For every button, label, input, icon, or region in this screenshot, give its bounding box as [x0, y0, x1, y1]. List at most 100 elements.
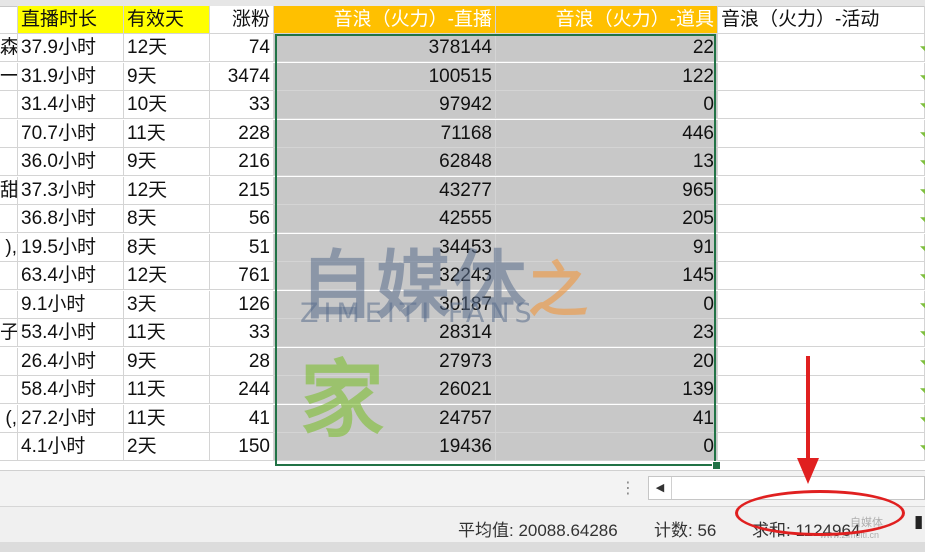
sound-wave-live-cell[interactable]: 27973: [274, 347, 496, 376]
followers-cell[interactable]: 33: [210, 91, 274, 119]
valid-days-cell[interactable]: 12天: [124, 176, 210, 205]
sound-wave-activity-cell[interactable]: [718, 91, 925, 119]
row-label-cell[interactable]: [0, 290, 18, 319]
sound-wave-props-cell[interactable]: 0: [496, 91, 718, 119]
sound-wave-live-cell[interactable]: 378144: [274, 34, 496, 62]
duration-cell[interactable]: 37.9小时: [18, 34, 124, 62]
followers-cell[interactable]: 56: [210, 205, 274, 233]
sound-wave-live-cell[interactable]: 26021: [274, 376, 496, 404]
row-label-cell[interactable]: (,: [0, 404, 18, 433]
sound-wave-live-cell[interactable]: 30187: [274, 290, 496, 319]
sound-wave-activity-cell[interactable]: [718, 205, 925, 233]
sound-wave-props-cell[interactable]: 205: [496, 205, 718, 233]
valid-days-cell[interactable]: 12天: [124, 262, 210, 290]
duration-cell[interactable]: 58.4小时: [18, 376, 124, 404]
followers-cell[interactable]: 41: [210, 404, 274, 433]
status-count[interactable]: 计数: 56: [654, 516, 716, 541]
normal-view-icon[interactable]: ▮: [914, 512, 925, 532]
sound-wave-activity-cell[interactable]: [718, 347, 925, 376]
duration-cell[interactable]: 27.2小时: [18, 404, 124, 433]
followers-cell[interactable]: 244: [210, 376, 274, 404]
sound-wave-props-cell[interactable]: 41: [496, 404, 718, 433]
valid-days-cell[interactable]: 8天: [124, 205, 210, 233]
header-cell-sound-wave-live[interactable]: 音浪（火力）-直播: [274, 6, 496, 34]
valid-days-cell[interactable]: 11天: [124, 319, 210, 347]
sound-wave-props-cell[interactable]: 13: [496, 148, 718, 176]
duration-cell[interactable]: 31.4小时: [18, 91, 124, 119]
duration-cell[interactable]: 26.4小时: [18, 347, 124, 376]
row-label-cell[interactable]: ),: [0, 233, 18, 262]
sound-wave-live-cell[interactable]: 97942: [274, 91, 496, 119]
sound-wave-activity-cell[interactable]: [718, 376, 925, 404]
row-label-cell[interactable]: [0, 119, 18, 148]
valid-days-cell[interactable]: 9天: [124, 347, 210, 376]
sound-wave-live-cell[interactable]: 19436: [274, 433, 496, 461]
sound-wave-live-cell[interactable]: 24757: [274, 404, 496, 433]
sound-wave-props-cell[interactable]: 145: [496, 262, 718, 290]
sound-wave-props-cell[interactable]: 0: [496, 290, 718, 319]
valid-days-cell[interactable]: 11天: [124, 376, 210, 404]
sound-wave-live-cell[interactable]: 34453: [274, 233, 496, 262]
valid-days-cell[interactable]: 9天: [124, 62, 210, 91]
followers-cell[interactable]: 28: [210, 347, 274, 376]
sound-wave-props-cell[interactable]: 91: [496, 233, 718, 262]
sound-wave-activity-cell[interactable]: [718, 119, 925, 148]
followers-cell[interactable]: 761: [210, 262, 274, 290]
followers-cell[interactable]: 126: [210, 290, 274, 319]
row-label-cell[interactable]: [0, 262, 18, 290]
sound-wave-live-cell[interactable]: 32243: [274, 262, 496, 290]
sound-wave-activity-cell[interactable]: [718, 34, 925, 62]
duration-cell[interactable]: 31.9小时: [18, 62, 124, 91]
sound-wave-live-cell[interactable]: 71168: [274, 119, 496, 148]
tab-split-handle[interactable]: ⋮: [620, 478, 636, 498]
sound-wave-activity-cell[interactable]: [718, 404, 925, 433]
sound-wave-live-cell[interactable]: 62848: [274, 148, 496, 176]
followers-cell[interactable]: 215: [210, 176, 274, 205]
sound-wave-live-cell[interactable]: 28314: [274, 319, 496, 347]
valid-days-cell[interactable]: 2天: [124, 433, 210, 461]
valid-days-cell[interactable]: 10天: [124, 91, 210, 119]
row-label-cell[interactable]: [0, 148, 18, 176]
followers-cell[interactable]: 3474: [210, 62, 274, 91]
duration-cell[interactable]: 37.3小时: [18, 176, 124, 205]
duration-cell[interactable]: 63.4小时: [18, 262, 124, 290]
sound-wave-activity-cell[interactable]: [718, 233, 925, 262]
header-cell-duration[interactable]: 直播时长: [18, 6, 124, 34]
sound-wave-props-cell[interactable]: 122: [496, 62, 718, 91]
row-label-cell[interactable]: 一: [0, 62, 18, 91]
header-cell-sound-wave-activity[interactable]: 音浪（火力）-活动: [718, 6, 925, 34]
sound-wave-activity-cell[interactable]: [718, 433, 925, 461]
followers-cell[interactable]: 74: [210, 34, 274, 62]
valid-days-cell[interactable]: 3天: [124, 290, 210, 319]
row-label-cell[interactable]: [0, 433, 18, 461]
sound-wave-props-cell[interactable]: 0: [496, 433, 718, 461]
sound-wave-props-cell[interactable]: 23: [496, 319, 718, 347]
duration-cell[interactable]: 36.0小时: [18, 148, 124, 176]
valid-days-cell[interactable]: 11天: [124, 404, 210, 433]
followers-cell[interactable]: 33: [210, 319, 274, 347]
sound-wave-props-cell[interactable]: 22: [496, 34, 718, 62]
followers-cell[interactable]: 216: [210, 148, 274, 176]
duration-cell[interactable]: 53.4小时: [18, 319, 124, 347]
sound-wave-live-cell[interactable]: 100515: [274, 62, 496, 91]
duration-cell[interactable]: 4.1小时: [18, 433, 124, 461]
sound-wave-props-cell[interactable]: 139: [496, 376, 718, 404]
scroll-left-arrow-icon[interactable]: ◀: [649, 477, 672, 499]
sound-wave-activity-cell[interactable]: [718, 176, 925, 205]
fill-handle[interactable]: [712, 461, 721, 470]
sound-wave-activity-cell[interactable]: [718, 319, 925, 347]
followers-cell[interactable]: 150: [210, 433, 274, 461]
header-cell-sound-wave-props[interactable]: 音浪（火力）-道具: [496, 6, 718, 34]
row-label-cell[interactable]: 甜: [0, 176, 18, 205]
header-cell-valid-days[interactable]: 有效天: [124, 6, 210, 34]
valid-days-cell[interactable]: 12天: [124, 34, 210, 62]
horizontal-scrollbar[interactable]: ◀: [648, 476, 925, 500]
duration-cell[interactable]: 19.5小时: [18, 233, 124, 262]
sound-wave-activity-cell[interactable]: [718, 262, 925, 290]
valid-days-cell[interactable]: 11天: [124, 119, 210, 148]
sound-wave-activity-cell[interactable]: [718, 62, 925, 91]
row-label-cell[interactable]: [0, 205, 18, 233]
sound-wave-activity-cell[interactable]: [718, 148, 925, 176]
followers-cell[interactable]: 51: [210, 233, 274, 262]
row-label-cell[interactable]: [0, 91, 18, 119]
